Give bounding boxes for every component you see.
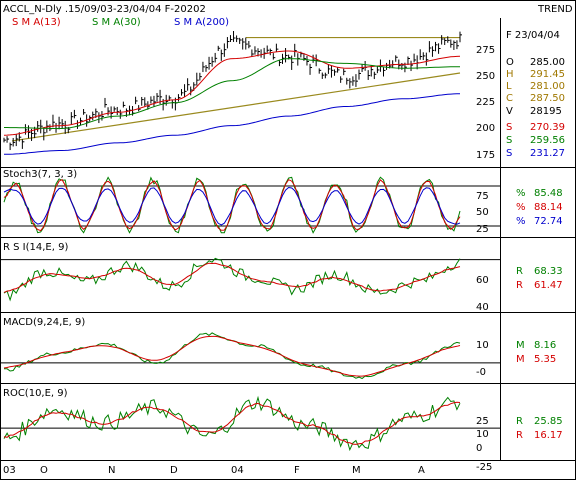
roc-value: 25.85: [534, 416, 563, 427]
stoch-slow-value: 72.74: [534, 216, 563, 227]
rsi-value: 68.33: [534, 266, 563, 277]
roc-signal-label: R: [516, 430, 523, 441]
stoch-tick-50: 50: [476, 207, 489, 218]
rsi-tick-40: 40: [476, 302, 489, 313]
chart-window: ACCL_N-Dly .15/09/03-23/04/04 F-20202 S …: [0, 0, 576, 480]
stoch-d-value: 88.14: [534, 202, 563, 213]
roc-title: ROC(10,E, 9): [3, 388, 68, 399]
readout-high-value: 291.45: [530, 69, 565, 80]
roc-tick-25: 25: [476, 416, 489, 427]
readout-sma200-label: S: [506, 148, 512, 159]
legend-sma200: S M A(200): [174, 17, 229, 28]
readout-sma200-value: 231.27: [530, 148, 565, 159]
x-label-oct: O: [40, 465, 48, 476]
rsi-label: R: [516, 266, 523, 277]
stoch-d-label: %: [516, 202, 526, 213]
x-label-apr: A: [418, 465, 425, 476]
stoch-tick-75: 75: [476, 191, 489, 202]
readout-sma30-label: S: [506, 135, 512, 146]
x-label-nov: N: [108, 465, 115, 476]
x-label-mar: M: [352, 465, 361, 476]
readout-low-value: 281.00: [530, 81, 565, 92]
technical-chart: ACCL_N-Dly .15/09/03-23/04/04 F-20202 S …: [0, 0, 576, 480]
stoch-title: Stoch3(7, 3, 3): [3, 169, 77, 180]
stoch-k-value: 85.48: [534, 188, 563, 199]
readout-low-label: L: [506, 81, 512, 92]
readout-volume-label: V: [506, 106, 513, 117]
readout-high-label: H: [506, 69, 514, 80]
chart-title: ACCL_N-Dly .15/09/03-23/04/04 F-20202: [3, 4, 206, 15]
roc-label: R: [516, 416, 523, 427]
readout-volume-value: 28195: [530, 106, 562, 117]
x-label-04: 04: [231, 465, 244, 476]
rsi-signal-label: R: [516, 280, 523, 291]
stoch-k-label: %: [516, 188, 526, 199]
legend-sma30: S M A(30): [92, 17, 141, 28]
legend-sma13: S M A(13): [12, 17, 61, 28]
readout-sma13-label: S: [506, 122, 512, 133]
macd-value: 8.16: [534, 340, 556, 351]
price-tick-175: 175: [476, 150, 495, 161]
x-label-03: 03: [3, 465, 16, 476]
price-date: F 23/04/04: [506, 30, 560, 41]
readout-close-label: C: [506, 93, 513, 104]
price-tick-200: 200: [476, 123, 495, 134]
trend-label: TREND: [537, 4, 573, 15]
price-tick-275: 275: [476, 45, 495, 56]
price-tick-250: 250: [476, 71, 495, 82]
macd-signal-label: M: [516, 354, 525, 365]
readout-close-value: 287.50: [530, 93, 565, 104]
x-label-dec: D: [170, 465, 178, 476]
macd-title: MACD(9,24,E, 9): [3, 317, 85, 328]
roc-signal-value: 16.17: [534, 430, 563, 441]
readout-open-label: O: [506, 57, 514, 68]
price-tick-225: 225: [476, 97, 495, 108]
stoch-slow-label: %: [516, 216, 526, 227]
macd-tick-10: 10: [476, 340, 489, 351]
readout-sma30-value: 259.56: [530, 135, 565, 146]
roc-tick-10: 10: [476, 429, 489, 440]
x-label-feb: F: [294, 465, 300, 476]
macd-tick-0: -0: [476, 367, 486, 378]
rsi-signal-value: 61.47: [534, 280, 563, 291]
roc-tick-neg25: -25: [476, 462, 492, 473]
rsi-tick-60: 60: [476, 275, 489, 286]
macd-label: M: [516, 340, 525, 351]
readout-sma13-value: 270.39: [530, 122, 565, 133]
readout-open-value: 285.00: [530, 57, 565, 68]
roc-tick-0: 0: [476, 443, 482, 454]
macd-signal-value: 5.35: [534, 354, 556, 365]
rsi-title: R S I(14,E, 9): [3, 242, 68, 253]
